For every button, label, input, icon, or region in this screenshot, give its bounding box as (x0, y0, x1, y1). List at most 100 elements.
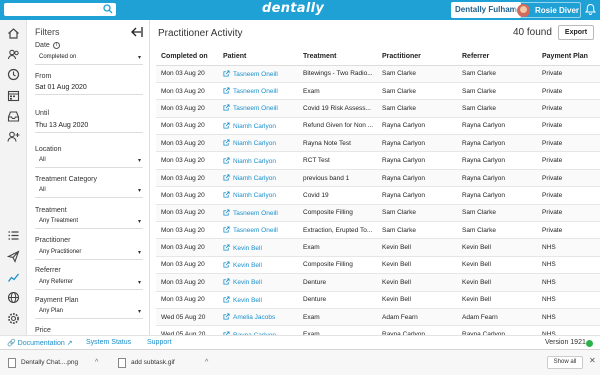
table-cell: Wed 05 Aug 20 (156, 308, 218, 327)
patient-link[interactable]: Niamh Carlyon (218, 134, 298, 153)
info-icon[interactable]: i (52, 42, 60, 49)
external-link-icon (223, 70, 230, 77)
table-cell: RCT Test (298, 151, 377, 170)
table-cell: Sam Clarke (377, 65, 457, 83)
table-cell: Private (537, 186, 600, 205)
patient-link[interactable]: Kevin Bell (218, 256, 298, 275)
chevron-up-icon[interactable]: ^ (95, 357, 98, 369)
until-date-field[interactable]: Thu 13 Aug 2020 (35, 121, 143, 133)
bell-icon[interactable] (584, 3, 597, 16)
date-type-select[interactable]: Completed on ▾ (35, 51, 143, 65)
column-header[interactable]: Referrer (457, 48, 537, 66)
table-cell: Private (537, 151, 600, 170)
chevron-down-icon: ▾ (137, 250, 141, 256)
download-item[interactable]: Dentally Chat....png ^ (8, 357, 103, 369)
from-date-field[interactable]: Sat 01 Aug 2020 (35, 83, 143, 95)
patient-name: Amelia Jacobs (233, 314, 276, 322)
patient-link[interactable]: Kevin Bell (218, 273, 298, 292)
column-header[interactable]: Treatment (298, 48, 377, 66)
table-cell: Exam (298, 238, 377, 257)
table-cell: Rayna Carlyon (377, 117, 457, 136)
user-menu[interactable]: Rosie Diver (515, 2, 581, 18)
search-icon[interactable] (103, 4, 113, 14)
table-header: Completed on Patient Treatment Practitioner… (156, 48, 600, 66)
chart-icon[interactable] (7, 271, 20, 284)
patient-link[interactable]: Kevin Bell (218, 291, 298, 309)
column-header[interactable]: Patient (218, 48, 298, 66)
patient-link[interactable]: Niamh Carlyon (218, 169, 298, 188)
table-cell: Exam (298, 308, 377, 327)
system-status-link[interactable]: System Status (86, 339, 131, 346)
payment-plan-select[interactable]: Any Plan ▾ (35, 305, 143, 319)
treatment-select[interactable]: Any Treatment ▾ (35, 215, 143, 229)
table-cell: NHS (537, 273, 600, 292)
show-all-button[interactable]: Show all (547, 356, 583, 369)
patient-link[interactable]: Niamh Carlyon (218, 186, 298, 205)
table-cell: Mon 03 Aug 20 (156, 169, 218, 188)
external-link-icon (223, 278, 230, 285)
users-icon[interactable] (7, 48, 20, 61)
column-header[interactable]: Practitioner (377, 48, 457, 66)
table-cell: Private (537, 221, 600, 240)
send-icon[interactable] (7, 250, 20, 263)
table-cell: Mon 03 Aug 20 (156, 151, 218, 170)
patient-name: Tasneem Oneill (233, 105, 278, 113)
table-cell: NHS (537, 325, 600, 335)
treatment-category-select[interactable]: All ▾ (35, 184, 143, 198)
chevron-up-icon[interactable]: ^ (205, 357, 208, 369)
result-count: 40 found (513, 27, 552, 38)
settings-icon[interactable] (7, 312, 20, 325)
support-link[interactable]: Support (147, 339, 172, 346)
table-cell: Extraction, Erupted To... (298, 221, 377, 240)
table-cell: Rayna Carlyon (457, 151, 537, 170)
export-button[interactable]: Export (558, 25, 594, 40)
table-row: Mon 03 Aug 20 Tasneem Oneill Composite Fil… (156, 204, 600, 223)
home-icon[interactable] (7, 27, 20, 40)
download-item[interactable]: add subtask.gif ^ (118, 357, 213, 369)
add-user-icon[interactable] (7, 130, 20, 143)
column-header[interactable]: Payment Plan (537, 48, 600, 66)
search-input[interactable] (4, 3, 116, 16)
clock-icon[interactable] (7, 68, 20, 81)
close-icon[interactable]: ✕ (589, 356, 596, 365)
referrer-select[interactable]: Any Referrer ▾ (35, 276, 143, 290)
table-cell: Kevin Bell (377, 291, 457, 309)
documentation-link[interactable]: 🔗 Documentation ↗ (7, 339, 73, 347)
table-cell: Rayna Carlyon (377, 325, 457, 335)
table-cell: Rayna Carlyon (457, 169, 537, 188)
patient-link[interactable]: Tasneem Oneill (218, 82, 298, 101)
dentally-logo[interactable]: dentally (262, 1, 324, 16)
inbox-icon[interactable] (7, 110, 20, 123)
column-header[interactable]: Completed on (156, 48, 218, 66)
table-cell: Mon 03 Aug 20 (156, 291, 218, 309)
patient-name: Kevin Bell (233, 296, 262, 304)
practice-selector[interactable]: Dentally Fulham (451, 2, 521, 18)
external-link-icon (223, 226, 230, 233)
patient-link[interactable]: Tasneem Oneill (218, 65, 298, 83)
activity-table: Completed on Patient Treatment Practitioner… (156, 48, 600, 335)
list-icon[interactable] (7, 229, 20, 242)
patient-link[interactable]: Tasneem Oneill (218, 204, 298, 223)
patient-link[interactable]: Kevin Bell (218, 238, 298, 257)
external-link-icon (223, 313, 230, 320)
table-row: Mon 03 Aug 20 Niamh Carlyon Covid 19 Rayna … (156, 186, 600, 205)
footer: 🔗 Documentation ↗ System Status Support … (0, 335, 600, 349)
external-link-icon (223, 87, 230, 94)
patient-link[interactable]: Tasneem Oneill (218, 99, 298, 118)
globe-icon[interactable] (7, 291, 20, 304)
collapse-filters-icon[interactable] (131, 27, 143, 37)
patient-link[interactable]: Rayna Carlyon (218, 325, 298, 335)
table-cell: Sam Clarke (457, 65, 537, 83)
table-cell: Covid 19 Risk Assess... (298, 99, 377, 118)
external-link-icon (223, 122, 230, 129)
patient-link[interactable]: Tasneem Oneill (218, 221, 298, 240)
table-cell: Rayna Carlyon (457, 117, 537, 136)
filters-panel: Filters Date i Completed on ▾ From Sat 01 … (27, 20, 150, 335)
location-select[interactable]: All ▾ (35, 154, 143, 168)
calendar-icon[interactable] (7, 89, 20, 102)
patient-link[interactable]: Niamh Carlyon (218, 117, 298, 136)
patient-link[interactable]: Niamh Carlyon (218, 151, 298, 170)
patient-link[interactable]: Amelia Jacobs (218, 308, 298, 327)
table-cell: Kevin Bell (457, 291, 537, 309)
practitioner-select[interactable]: Any Practitioner ▾ (35, 246, 143, 260)
